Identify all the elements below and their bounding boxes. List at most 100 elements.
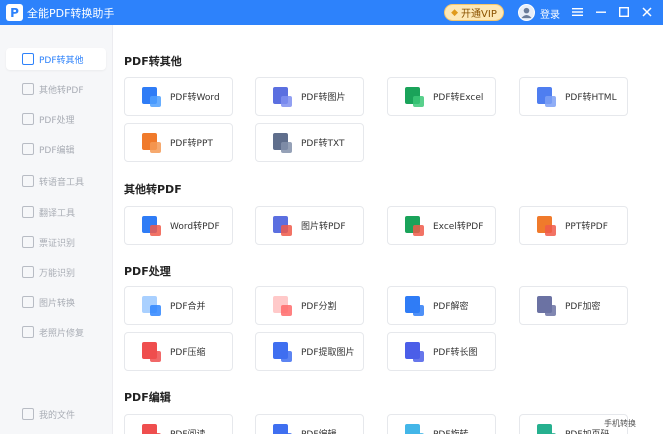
- tool-card[interactable]: PPT转PDF: [519, 206, 628, 245]
- image-icon: [22, 296, 34, 308]
- tool-icon: [142, 341, 162, 362]
- tool-icon: [273, 132, 293, 153]
- sidebar-item-label: PDF转其他: [39, 55, 84, 66]
- tool-card[interactable]: PDF旋转: [387, 414, 496, 434]
- pdf-process-icon: [22, 113, 34, 125]
- sidebar-item-image-convert[interactable]: 图片转换: [6, 291, 106, 313]
- folder-icon: [22, 408, 34, 420]
- tool-label: PDF转HTML: [565, 93, 617, 103]
- close-icon[interactable]: [638, 3, 656, 21]
- tool-icon: [405, 215, 425, 236]
- sidebar-item-my-files[interactable]: 我的文件: [6, 403, 106, 425]
- avatar[interactable]: [518, 4, 535, 21]
- app-logo-icon: P: [6, 4, 23, 21]
- title-bar: P 全能PDF转换助手 ◆ 开通VIP 登录: [0, 0, 663, 25]
- maximize-icon[interactable]: [615, 3, 633, 21]
- to-pdf-icon: [22, 83, 34, 95]
- tool-icon: [537, 295, 557, 316]
- tool-icon: [142, 295, 162, 316]
- tool-card[interactable]: PDF编辑: [255, 414, 364, 434]
- sidebar-item-translate[interactable]: 翻译工具: [6, 201, 106, 223]
- sidebar-item-photo-repair[interactable]: 老照片修复: [6, 321, 106, 343]
- section-title: 其他转PDF: [124, 183, 182, 196]
- mobile-convert-link[interactable]: 手机转换: [604, 418, 636, 429]
- tool-label: PDF分割: [301, 302, 337, 312]
- tool-card[interactable]: PDF转Excel: [387, 77, 496, 116]
- tool-label: PDF编辑: [301, 427, 337, 434]
- sidebar-item-other-to-pdf[interactable]: 其他转PDF: [6, 78, 106, 100]
- pdf-convert-icon: [22, 53, 34, 65]
- tool-label: PDF压缩: [170, 348, 206, 358]
- sidebar: PDF转其他 其他转PDF PDF处理 PDF编辑 转语音工具 翻译工具 票证识…: [0, 25, 113, 434]
- section-title: PDF转其他: [124, 55, 182, 68]
- tool-card[interactable]: PDF转HTML: [519, 77, 628, 116]
- tool-icon: [142, 132, 162, 153]
- tool-icon: [273, 86, 293, 107]
- sidebar-item-pdf-edit[interactable]: PDF编辑: [6, 138, 106, 160]
- tool-label: PDF旋转: [433, 427, 469, 434]
- tool-icon: [405, 295, 425, 316]
- minimize-icon[interactable]: [592, 3, 610, 21]
- sidebar-item-pdf-process[interactable]: PDF处理: [6, 108, 106, 130]
- tool-icon: [142, 215, 162, 236]
- tool-card[interactable]: Word转PDF: [124, 206, 233, 245]
- tool-label: Word转PDF: [170, 222, 220, 232]
- user-icon: [521, 7, 532, 19]
- app-title: 全能PDF转换助手: [27, 7, 115, 20]
- tool-label: PDF转TXT: [301, 139, 345, 149]
- tool-card[interactable]: PDF转PPT: [124, 123, 233, 162]
- menu-icon[interactable]: [568, 3, 586, 21]
- tool-card[interactable]: PDF压缩: [124, 332, 233, 371]
- tool-label: PDF转Excel: [433, 93, 484, 103]
- tool-label: PDF转长图: [433, 348, 478, 358]
- tool-icon: [273, 295, 293, 316]
- ticket-icon: [22, 236, 34, 248]
- tool-label: Excel转PDF: [433, 222, 484, 232]
- sidebar-item-label: 票证识别: [39, 238, 76, 249]
- voice-icon: [22, 175, 34, 187]
- login-link[interactable]: 登录: [540, 6, 560, 21]
- tool-label: PDF加页码: [565, 427, 610, 434]
- tool-icon: [537, 86, 557, 107]
- open-vip-button[interactable]: ◆ 开通VIP: [444, 4, 504, 21]
- sidebar-item-universal-scan[interactable]: 万能识别: [6, 261, 106, 283]
- section-title: PDF编辑: [124, 391, 171, 404]
- tool-card[interactable]: PDF转长图: [387, 332, 496, 371]
- tool-card[interactable]: PDF提取图片: [255, 332, 364, 371]
- tool-icon: [405, 341, 425, 362]
- tool-icon: [537, 215, 557, 236]
- pdf-edit-icon: [22, 143, 34, 155]
- tool-card[interactable]: PDF解密: [387, 286, 496, 325]
- photo-repair-icon: [22, 326, 34, 338]
- tool-label: PDF转图片: [301, 93, 346, 103]
- tool-icon: [405, 86, 425, 107]
- tool-icon: [405, 423, 425, 434]
- sidebar-item-label: 图片转换: [39, 298, 76, 309]
- tool-icon: [142, 86, 162, 107]
- tool-label: PDF加密: [565, 302, 601, 312]
- tool-card[interactable]: Excel转PDF: [387, 206, 496, 245]
- tool-icon: [537, 423, 557, 434]
- section-title: PDF处理: [124, 265, 171, 278]
- tool-card[interactable]: PDF加密: [519, 286, 628, 325]
- tool-card[interactable]: PDF转Word: [124, 77, 233, 116]
- sidebar-item-label: 翻译工具: [39, 208, 76, 219]
- sidebar-item-voice[interactable]: 转语音工具: [6, 170, 106, 192]
- sidebar-item-ticket[interactable]: 票证识别: [6, 231, 106, 253]
- tool-card[interactable]: 图片转PDF: [255, 206, 364, 245]
- sidebar-item-label: 万能识别: [39, 268, 76, 279]
- tool-icon: [142, 423, 162, 434]
- tool-card[interactable]: PDF转图片: [255, 77, 364, 116]
- scan-icon: [22, 266, 34, 278]
- tool-label: PPT转PDF: [565, 222, 608, 232]
- tool-card[interactable]: PDF转TXT: [255, 123, 364, 162]
- tool-icon: [273, 341, 293, 362]
- sidebar-item-pdf-to-other[interactable]: PDF转其他: [6, 48, 106, 70]
- tool-label: PDF提取图片: [301, 348, 355, 358]
- tool-icon: [273, 423, 293, 434]
- tool-card[interactable]: PDF阅读: [124, 414, 233, 434]
- tool-card[interactable]: PDF合并: [124, 286, 233, 325]
- translate-icon: [22, 206, 34, 218]
- tool-card[interactable]: PDF分割: [255, 286, 364, 325]
- sidebar-item-label: 老照片修复: [39, 328, 85, 339]
